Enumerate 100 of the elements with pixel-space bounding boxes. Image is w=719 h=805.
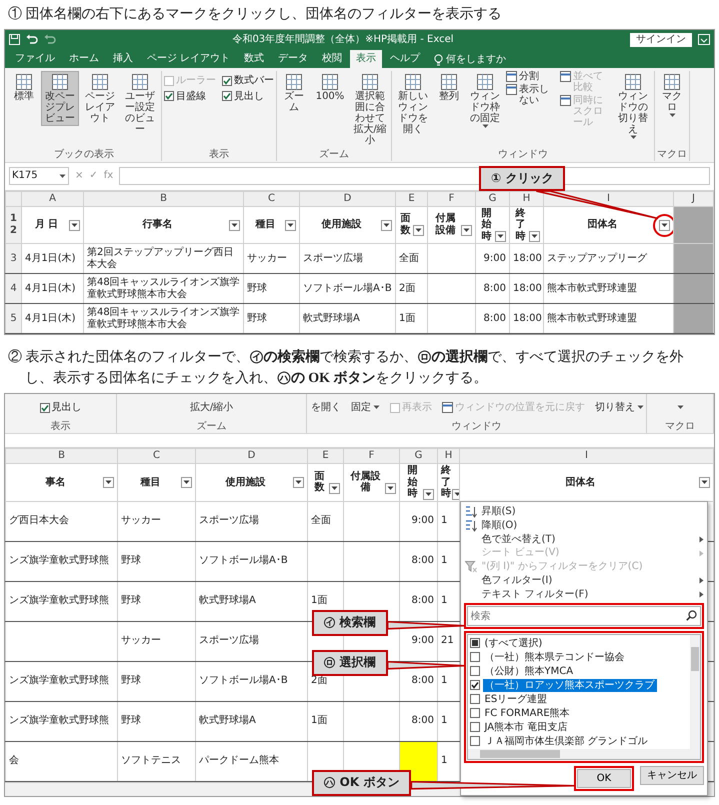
ribbon-button[interactable]: ズーム [279,71,309,115]
horizontal-scrollbar[interactable] [468,749,700,760]
sheet-icon [404,73,422,91]
list-item-label[interactable]: （一社）熊本県テコンドー協会 [482,650,626,664]
ribbon-button[interactable]: 分割 [506,71,558,82]
ribbon-button[interactable]: 選択範囲に合わせて拡大/縮小 [351,71,389,148]
column-letter: C [244,191,300,206]
row-number: 5 [6,304,22,334]
filter-button[interactable] [381,220,392,230]
menu-item[interactable]: 昇順(S) [464,505,704,519]
caret-icon [231,222,238,228]
list-item-label[interactable]: （一社）ロアッソ熊本スポーツクラブ [482,678,656,692]
filter-button[interactable] [181,477,192,488]
ribbon-button[interactable]: 表示しない [506,84,558,106]
filter-button[interactable] [329,482,340,494]
filter-button[interactable] [385,482,396,494]
list-item-label[interactable]: （公財）熊本YMCA [482,664,576,678]
ribbon-tab[interactable]: 表示 [350,50,382,68]
ribbon-tab[interactable]: データ [272,50,314,68]
dialog-button[interactable]: OK [577,769,631,788]
checkbox[interactable] [470,722,480,732]
table-cell: 野球 [118,581,196,621]
ribbon-button[interactable]: 標準 [9,71,39,104]
table-cell: 会 [6,741,118,781]
sort-ascending-icon [464,506,476,518]
tell-me-field[interactable]: 何をしますか [428,52,512,68]
ribbon-button[interactable]: ユーザー設定のビュー [121,71,159,137]
checkbox[interactable] [470,694,480,704]
search-field[interactable]: 検索 [466,606,701,626]
name-box[interactable]: K175 [9,167,69,185]
filter-button[interactable] [659,220,670,230]
table-cell: ステップアップリーグ [544,244,674,274]
callout-label: ㋺ 選択欄 [312,650,388,676]
ribbon-tab[interactable]: ファイル [9,50,61,68]
list-item-label[interactable]: JA熊本市 竜田支店 [482,720,570,734]
filter-button[interactable] [461,225,472,236]
table-cell: 熊本市軟式野球連盟 [544,304,674,334]
filter-button[interactable] [699,477,710,488]
ribbon-tab[interactable]: ホーム [63,50,105,68]
ribbon-tab[interactable]: 挿入 [107,50,139,68]
table-cell: 18:00 [510,244,544,274]
filter-button[interactable] [229,220,240,230]
filter-button[interactable] [413,225,424,236]
checkbox[interactable] [222,76,232,86]
ribbon-button[interactable]: 固定 [351,402,380,414]
checkbox[interactable] [470,680,480,690]
checkbox[interactable] [470,736,480,746]
filter-button[interactable] [495,231,506,242]
ribbon-tab[interactable]: 校閲 [316,50,348,68]
ribbon-button[interactable]: 切り替え [595,402,644,414]
dialog-button[interactable]: キャンセル [640,766,704,786]
list-item-label[interactable]: ＪＡ福岡市体生倶楽部 グランドゴル [482,734,650,748]
window-icon [506,71,517,82]
filter-button[interactable] [69,220,80,230]
checkbox[interactable] [470,652,480,662]
menu-item[interactable]: 色で並べ替え(T) [464,532,704,546]
ribbon-button[interactable]: 新しいウィンドウを開く [394,71,432,137]
table-cell: 軟式野球場A [300,304,396,334]
column-letter: F [344,448,400,464]
table-cell: 野球 [244,274,300,304]
filter-button[interactable] [293,477,304,488]
filter-button[interactable] [529,231,540,242]
checkbox[interactable] [40,402,50,413]
sign-in-button[interactable]: サインイン [630,32,692,46]
caret-icon [531,234,538,239]
checkbox[interactable] [470,666,480,676]
checkbox[interactable] [470,708,480,718]
table-cell: サッカー [244,244,300,274]
table-cell: ソフトボール場A･B [196,661,308,701]
column-header: 団体名 [564,476,596,488]
caret-icon [415,228,422,234]
ribbon-tab[interactable]: ページ レイアウト [141,50,236,68]
ribbon-button[interactable]: ページレイアウト [81,71,119,126]
checkbox-label: 見出し [52,402,82,414]
checkbox[interactable] [164,91,174,102]
column-header: 団体名 [586,219,618,230]
filter-button[interactable] [285,220,296,230]
row-number: 4 [6,274,22,304]
ribbon-button[interactable]: マクロ [657,71,687,120]
menu-item[interactable]: 降順(O) [464,518,704,533]
checkbox[interactable] [222,91,232,102]
ribbon-button[interactable]: ウィンドウの切り替え [614,71,652,142]
vertical-scrollbar[interactable] [690,635,700,750]
ribbon-tab[interactable]: 数式 [238,50,270,68]
column-letter: E [308,448,344,464]
ribbon-tab[interactable]: ヘルプ [384,50,426,68]
filter-button[interactable] [103,477,114,488]
ribbon-button[interactable]: 100% [311,71,349,104]
list-item-label[interactable]: ESリーグ連盟 [482,692,550,706]
ribbon-button[interactable]: を開く [311,402,341,414]
ribbon-button[interactable]: 改ページプレビュー [41,71,79,126]
ribbon-button[interactable]: 拡大/縮小 [190,402,234,414]
list-item-label[interactable]: (すべて選択) [482,636,544,650]
menu-item[interactable]: テキスト フィルター(F) [464,588,704,602]
menu-item[interactable]: 色フィルター(I) [464,574,704,588]
ribbon-button[interactable]: ウィンドウ枠の固定 [466,71,504,131]
list-item-label[interactable]: FC FORMARE熊本 [482,706,572,720]
window-icon [442,402,453,414]
filter-button[interactable] [423,488,434,500]
ribbon-button[interactable]: 整列 [434,71,464,104]
